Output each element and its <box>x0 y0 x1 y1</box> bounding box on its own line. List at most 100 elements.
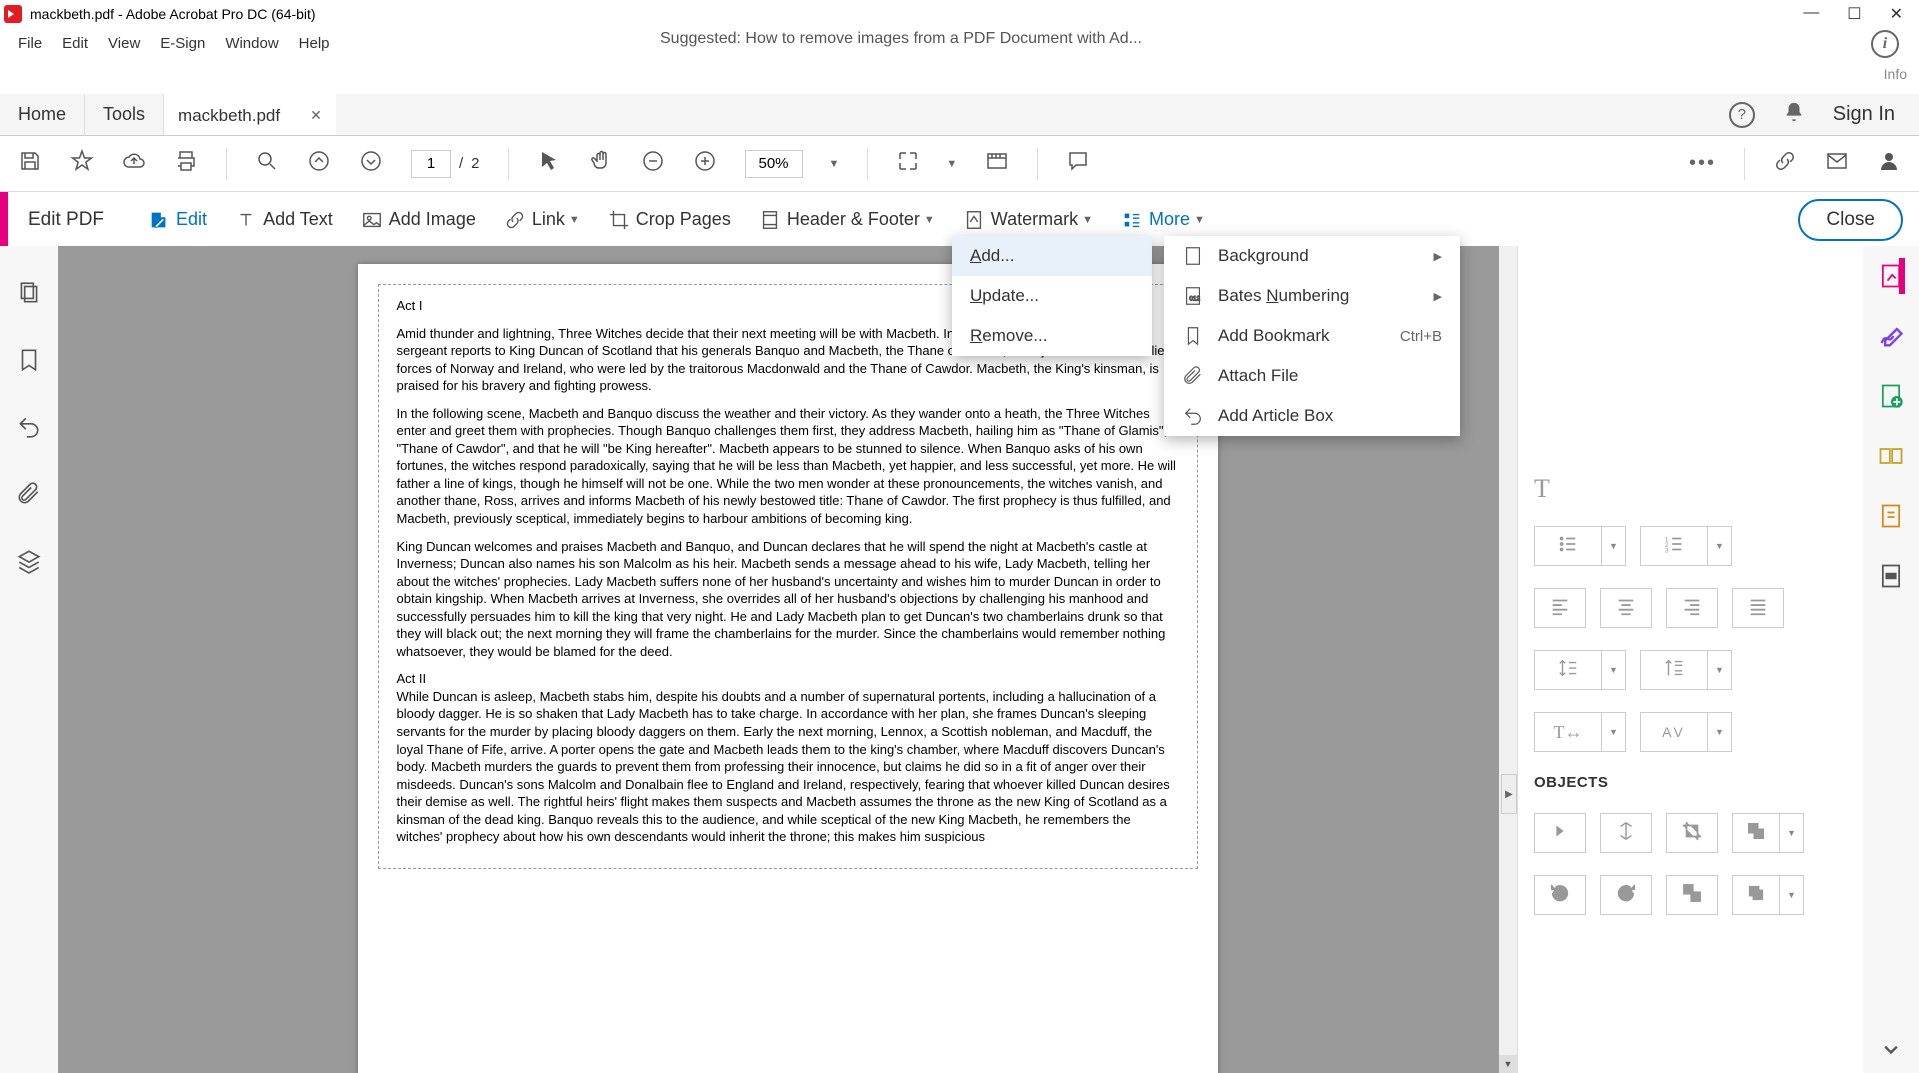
more-tools-icon[interactable]: ••• <box>1689 152 1716 175</box>
menu-edit[interactable]: Edit <box>52 31 98 56</box>
crop-object-button[interactable] <box>1666 813 1718 853</box>
edit-tool-header-footer[interactable]: Header & Footer ▼ <box>745 209 949 231</box>
numbered-list-button[interactable]: 123 ▼ <box>1640 526 1732 566</box>
email-icon[interactable] <box>1825 149 1849 178</box>
cloud-upload-icon[interactable] <box>122 149 146 178</box>
document-page[interactable]: Act I Amid thunder and lightning, Three … <box>358 264 1218 1073</box>
page-up-icon[interactable] <box>307 149 331 178</box>
maximize-icon[interactable]: ☐ <box>1847 4 1861 24</box>
text-format-icon[interactable]: T <box>1534 474 1550 504</box>
attachments-icon[interactable] <box>16 481 42 512</box>
flip-vertical-button[interactable] <box>1600 813 1652 853</box>
edit-tool-link[interactable]: Link ▼ <box>490 209 594 231</box>
more-background-item[interactable]: Background ▶ <box>1164 236 1460 276</box>
close-window-icon[interactable]: ✕ <box>1890 4 1903 24</box>
edit-tool-watermark[interactable]: Watermark ▼ <box>949 209 1107 231</box>
thumbnails-icon[interactable] <box>16 280 42 311</box>
zoom-value[interactable]: 50% <box>745 150 803 178</box>
edit-tool-more[interactable]: More ▼ <box>1107 209 1219 231</box>
align-center-button[interactable] <box>1600 588 1652 628</box>
align-right-button[interactable] <box>1666 588 1718 628</box>
replace-image-button[interactable] <box>1666 875 1718 915</box>
save-icon[interactable] <box>18 149 42 178</box>
star-icon[interactable] <box>70 149 94 178</box>
arrange-button[interactable]: ▼ <box>1732 813 1804 853</box>
redact-icon[interactable] <box>1877 562 1905 590</box>
minimize-icon[interactable]: — <box>1803 4 1819 24</box>
edit-tool-add-image[interactable]: Add Image <box>347 209 490 231</box>
layers-icon[interactable] <box>16 548 42 579</box>
svg-text:3: 3 <box>1665 547 1669 554</box>
align-left-button[interactable] <box>1534 588 1586 628</box>
comment-icon[interactable] <box>1066 149 1090 178</box>
selection-icon[interactable] <box>537 149 561 178</box>
sign-in-link[interactable]: Sign In <box>1833 103 1895 126</box>
flip-horizontal-button[interactable] <box>1534 813 1586 853</box>
align-justify-button[interactable] <box>1732 588 1784 628</box>
undo-icon[interactable] <box>16 414 42 445</box>
tab-close-icon[interactable]: ✕ <box>310 107 322 124</box>
more-attach-item[interactable]: Attach File <box>1164 356 1460 396</box>
expand-right-handle[interactable]: ▶ <box>1501 774 1517 814</box>
document-text-frame[interactable]: Act I Amid thunder and lightning, Three … <box>378 284 1198 869</box>
more-article-item[interactable]: Add Article Box <box>1164 396 1460 436</box>
page-down-icon[interactable] <box>359 149 383 178</box>
watermark-update-item[interactable]: Update... <box>952 276 1152 316</box>
sign-icon[interactable] <box>1877 322 1905 350</box>
export-pdf-icon[interactable] <box>1877 382 1905 410</box>
zoom-out-icon[interactable] <box>641 149 665 178</box>
create-pdf-icon[interactable] <box>1877 262 1905 290</box>
paragraph-spacing-button[interactable]: ▼ <box>1640 650 1732 690</box>
scroll-down-icon[interactable]: ▼ <box>1499 1055 1517 1073</box>
menu-esign[interactable]: E-Sign <box>150 31 215 56</box>
chevron-right-icon: ▶ <box>1434 250 1442 263</box>
objects-heading: OBJECTS <box>1534 774 1847 791</box>
rotate-ccw-button[interactable] <box>1534 875 1586 915</box>
character-spacing-button[interactable]: AV ▼ <box>1640 712 1732 752</box>
expand-tools-icon[interactable] <box>1877 1035 1905 1063</box>
menu-window[interactable]: Window <box>215 31 288 56</box>
doc-scrollbar[interactable] <box>1499 246 1517 1073</box>
watermark-icon <box>963 209 985 231</box>
print-icon[interactable] <box>174 149 198 178</box>
read-mode-icon[interactable] <box>985 149 1009 178</box>
find-icon[interactable] <box>255 149 279 178</box>
horizontal-scale-button[interactable]: T↔ ▼ <box>1534 712 1626 752</box>
edit-tool-add-text[interactable]: Add Text <box>221 209 347 231</box>
close-edit-button[interactable]: Close <box>1798 199 1903 241</box>
doc-paragraph: While Duncan is asleep, Macbeth stabs hi… <box>397 688 1179 846</box>
menu-view[interactable]: View <box>98 31 150 56</box>
watermark-add-item[interactable]: Add... <box>952 236 1152 276</box>
notifications-icon[interactable] <box>1783 101 1805 128</box>
watermark-remove-item[interactable]: Remove... <box>952 316 1152 356</box>
line-spacing-button[interactable]: ▼ <box>1534 650 1626 690</box>
organize-icon[interactable] <box>1877 442 1905 470</box>
more-icon <box>1121 209 1143 231</box>
account-icon[interactable] <box>1877 149 1901 178</box>
help-icon[interactable]: ? <box>1729 102 1755 128</box>
tab-tools[interactable]: Tools <box>85 94 164 135</box>
zoom-in-icon[interactable] <box>693 149 717 178</box>
more-bates-item[interactable]: 012 Bates Numbering ▶ <box>1164 276 1460 316</box>
compress-icon[interactable] <box>1877 502 1905 530</box>
share-link-icon[interactable] <box>1773 149 1797 178</box>
bookmarks-icon[interactable] <box>16 347 42 378</box>
menu-file[interactable]: File <box>8 31 52 56</box>
info-icon[interactable]: i <box>1871 30 1899 58</box>
more-bookmark-item[interactable]: Add Bookmark Ctrl+B <box>1164 316 1460 356</box>
zoom-chevron-icon[interactable]: ▼ <box>829 158 840 170</box>
fit-chevron-icon[interactable]: ▼ <box>946 158 957 170</box>
menu-help[interactable]: Help <box>289 31 340 56</box>
rotate-cw-button[interactable] <box>1600 875 1652 915</box>
page-current-input[interactable] <box>411 150 451 178</box>
edit-tool-crop[interactable]: Crop Pages <box>594 209 745 231</box>
bullet-list-button[interactable]: ▼ <box>1534 526 1626 566</box>
tab-document[interactable]: mackbeth.pdf ✕ <box>164 94 336 135</box>
edit-tool-edit[interactable]: Edit <box>134 209 221 231</box>
suggested-hint[interactable]: Suggested: How to remove images from a P… <box>660 30 1142 56</box>
fit-width-icon[interactable] <box>896 149 920 178</box>
hand-icon[interactable] <box>589 149 613 178</box>
crop-icon <box>608 209 630 231</box>
align-objects-button[interactable]: ▼ <box>1732 875 1804 915</box>
tab-home[interactable]: Home <box>0 94 85 135</box>
